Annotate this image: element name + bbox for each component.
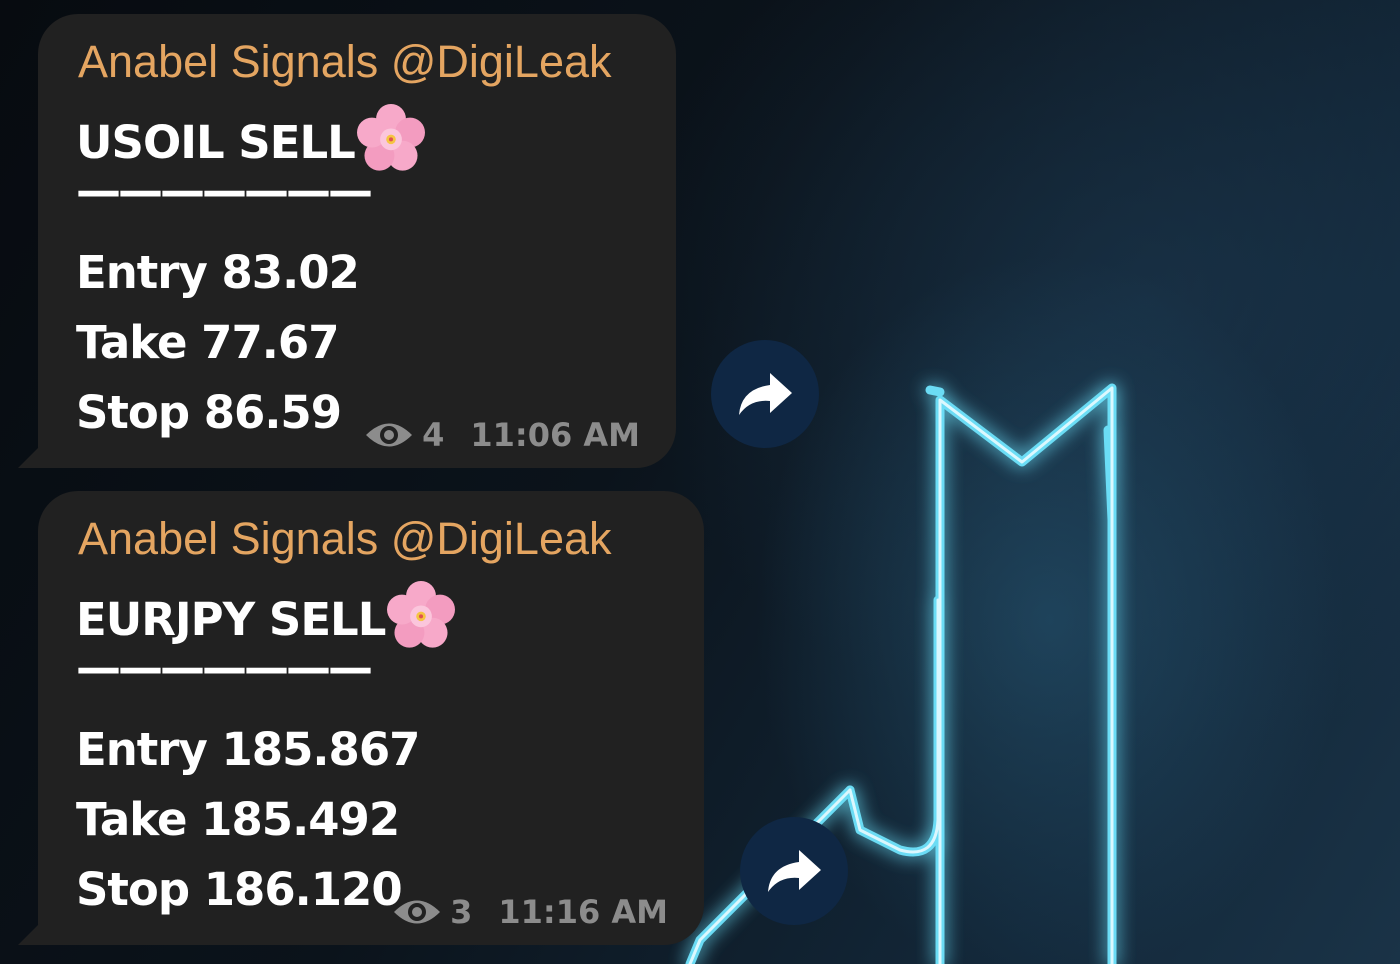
signal-title: EURJPY SELL: [76, 581, 456, 649]
signal-title-text: EURJPY SELL: [76, 593, 386, 646]
entry-price: Entry 83.02: [76, 246, 360, 299]
forward-button[interactable]: [740, 817, 848, 925]
entry-price: Entry 185.867: [76, 723, 420, 776]
signal-title: USOIL SELL: [76, 104, 425, 172]
message-time: 11:16 AM: [498, 893, 668, 931]
message-bubble[interactable]: Anabel Signals @DigiLeak EURJPY SELL ———…: [18, 491, 704, 945]
cherry-blossom-icon: [356, 104, 425, 171]
divider-line: ———————: [76, 164, 373, 217]
divider-line: ———————: [76, 641, 373, 694]
eye-icon: [394, 900, 441, 924]
take-profit: Take 77.67: [76, 316, 340, 369]
cherry-blossom-icon: [387, 581, 456, 648]
message-meta: 3 11:16 AM: [392, 893, 668, 931]
take-profit: Take 185.492: [76, 793, 400, 846]
message-time: 11:06 AM: [470, 416, 640, 454]
sender-name[interactable]: Anabel Signals @DigiLeak: [78, 513, 612, 565]
stop-loss: Stop 186.120: [76, 863, 403, 916]
share-arrow-icon: [739, 373, 792, 415]
message-meta: 4 11:06 AM: [364, 416, 640, 454]
share-arrow-icon: [768, 850, 821, 892]
message-bubble[interactable]: Anabel Signals @DigiLeak USOIL SELL ————…: [18, 14, 676, 468]
stop-loss: Stop 86.59: [76, 386, 342, 439]
view-count: 3: [450, 893, 473, 931]
eye-icon: [366, 423, 413, 447]
sender-name[interactable]: Anabel Signals @DigiLeak: [78, 36, 612, 88]
forward-button[interactable]: [711, 340, 819, 448]
view-count: 4: [422, 416, 445, 454]
signal-title-text: USOIL SELL: [76, 116, 356, 169]
